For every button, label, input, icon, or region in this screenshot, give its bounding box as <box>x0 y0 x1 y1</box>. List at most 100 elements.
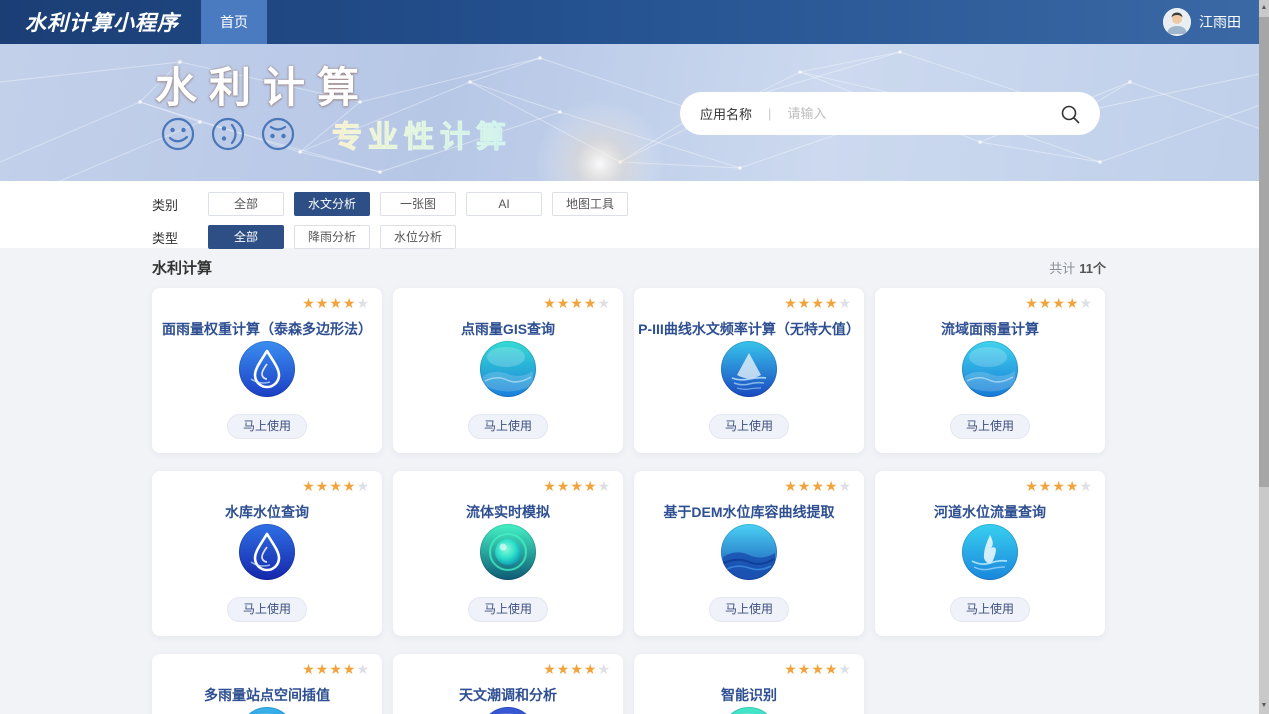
star-filled-icon: ★ <box>1052 478 1066 494</box>
user-name: 江雨田 <box>1199 12 1241 32</box>
star-rating: ★★★★★ <box>543 295 611 312</box>
star-rating: ★★★★★ <box>784 478 852 495</box>
star-rating: ★★★★★ <box>302 661 370 678</box>
use-now-button[interactable]: 马上使用 <box>468 414 548 439</box>
scrollbar-down-arrow[interactable]: ▼ <box>1259 698 1269 714</box>
use-now-button[interactable]: 马上使用 <box>709 597 789 622</box>
filter-option[interactable]: 全部 <box>208 192 284 216</box>
use-now-button[interactable]: 马上使用 <box>950 414 1030 439</box>
star-filled-icon: ★ <box>825 661 839 677</box>
star-empty-icon: ★ <box>356 661 370 677</box>
star-filled-icon: ★ <box>557 661 571 677</box>
star-filled-icon: ★ <box>584 478 598 494</box>
app-card-title: 流域面雨量计算 <box>875 319 1105 339</box>
star-filled-icon: ★ <box>343 295 357 311</box>
vertical-scrollbar[interactable]: ▲ ▼ <box>1259 0 1269 714</box>
app-count: 共计11个 <box>1049 258 1106 277</box>
star-empty-icon: ★ <box>838 478 852 494</box>
scrollbar-up-arrow[interactable]: ▲ <box>1259 0 1269 16</box>
star-filled-icon: ★ <box>811 295 825 311</box>
hero-banner: 水利计算 专业性计算 应用名称 | <box>0 44 1269 181</box>
star-filled-icon: ★ <box>316 478 330 494</box>
star-filled-icon: ★ <box>302 295 316 311</box>
user-photo-icon <box>1163 8 1191 36</box>
use-now-button[interactable]: 马上使用 <box>227 597 307 622</box>
app-card[interactable]: ★★★★★ P-III曲线水文频率计算（无特大值） 马上使用 <box>634 288 864 453</box>
filter-option[interactable]: 地图工具 <box>552 192 628 216</box>
search-bar[interactable]: 应用名称 | <box>680 92 1100 135</box>
star-empty-icon: ★ <box>597 295 611 311</box>
star-filled-icon: ★ <box>811 661 825 677</box>
star-filled-icon: ★ <box>1066 295 1080 311</box>
hero-subtitle: 专业性计算 <box>332 112 512 156</box>
filter-row-type: 类型全部降雨分析水位分析 <box>152 225 1269 249</box>
app-card-title: 流体实时模拟 <box>393 502 623 522</box>
app-card[interactable]: ★★★★★智能识别 马上使用 <box>634 654 864 714</box>
star-filled-icon: ★ <box>543 661 557 677</box>
star-filled-icon: ★ <box>798 478 812 494</box>
app-card-title: 智能识别 <box>634 685 864 705</box>
star-filled-icon: ★ <box>302 661 316 677</box>
app-card[interactable]: ★★★★★多雨量站点空间插值 马上使用 <box>152 654 382 714</box>
smiley-face-icon <box>158 114 198 154</box>
star-empty-icon: ★ <box>597 661 611 677</box>
star-rating: ★★★★★ <box>302 295 370 312</box>
star-filled-icon: ★ <box>784 478 798 494</box>
star-filled-icon: ★ <box>1039 295 1053 311</box>
star-rating: ★★★★★ <box>1025 295 1093 312</box>
star-filled-icon: ★ <box>1025 295 1039 311</box>
app-card[interactable]: ★★★★★天文潮调和分析 马上使用 <box>393 654 623 714</box>
filter-option[interactable]: 全部 <box>208 225 284 249</box>
star-filled-icon: ★ <box>557 478 571 494</box>
star-rating: ★★★★★ <box>784 295 852 312</box>
search-icon[interactable] <box>1060 104 1080 124</box>
use-now-button[interactable]: 马上使用 <box>709 414 789 439</box>
filter-option[interactable]: 水位分析 <box>380 225 456 249</box>
filter-option[interactable]: 一张图 <box>380 192 456 216</box>
star-filled-icon: ★ <box>584 295 598 311</box>
app-card-title: P-III曲线水文频率计算（无特大值） <box>634 319 864 339</box>
star-rating: ★★★★★ <box>543 661 611 678</box>
wink-face-icon <box>208 114 248 154</box>
river-splash-icon <box>961 523 1019 581</box>
app-card[interactable]: ★★★★★水库水位查询 马上使用 <box>152 471 382 636</box>
filter-option[interactable]: 水文分析 <box>294 192 370 216</box>
app-card-title: 多雨量站点空间插值 <box>152 685 382 705</box>
calm-face-icon <box>258 114 298 154</box>
use-now-button[interactable]: 马上使用 <box>950 597 1030 622</box>
scrollbar-thumb[interactable] <box>1259 17 1269 487</box>
app-card[interactable]: ★★★★★ 点雨量GIS查询 马上使用 <box>393 288 623 453</box>
star-filled-icon: ★ <box>329 661 343 677</box>
filter-option[interactable]: AI <box>466 192 542 216</box>
filter-option[interactable]: 降雨分析 <box>294 225 370 249</box>
star-filled-icon: ★ <box>316 661 330 677</box>
app-card[interactable]: ★★★★★ 流域面雨量计算 马上使用 <box>875 288 1105 453</box>
use-now-button[interactable]: 马上使用 <box>468 597 548 622</box>
dem-waves-icon <box>720 523 778 581</box>
interpolation-icon <box>238 706 296 714</box>
app-card-title: 基于DEM水位库容曲线提取 <box>634 502 864 522</box>
app-card-title: 面雨量权重计算（泰森多边形法） <box>152 319 382 339</box>
star-empty-icon: ★ <box>597 478 611 494</box>
star-filled-icon: ★ <box>811 478 825 494</box>
app-card[interactable]: ★★★★★ 基于DEM水位库容曲线提取 马上使用 <box>634 471 864 636</box>
user-avatar[interactable] <box>1163 8 1191 36</box>
star-filled-icon: ★ <box>316 295 330 311</box>
app-card[interactable]: ★★★★★ 面雨量权重计算（泰森多边形法） 马上使用 <box>152 288 382 453</box>
app-card-grid: ★★★★★面雨量权重计算（泰森多边形法） 马上使用★★★★★点雨量GIS查询 马… <box>152 288 1106 714</box>
use-now-button[interactable]: 马上使用 <box>227 414 307 439</box>
star-filled-icon: ★ <box>570 661 584 677</box>
star-empty-icon: ★ <box>356 478 370 494</box>
star-filled-icon: ★ <box>543 295 557 311</box>
star-rating: ★★★★★ <box>1025 478 1093 495</box>
star-filled-icon: ★ <box>343 478 357 494</box>
app-card[interactable]: ★★★★★流体实时模拟 马上使用 <box>393 471 623 636</box>
star-filled-icon: ★ <box>1025 478 1039 494</box>
star-filled-icon: ★ <box>302 478 316 494</box>
search-input[interactable] <box>787 106 1060 121</box>
app-card[interactable]: ★★★★★河道水位流量查询 马上使用 <box>875 471 1105 636</box>
gis-globe-icon <box>479 340 537 398</box>
nav-tab-home[interactable]: 首页 <box>201 0 267 44</box>
app-card-title: 点雨量GIS查询 <box>393 319 623 339</box>
star-filled-icon: ★ <box>343 661 357 677</box>
